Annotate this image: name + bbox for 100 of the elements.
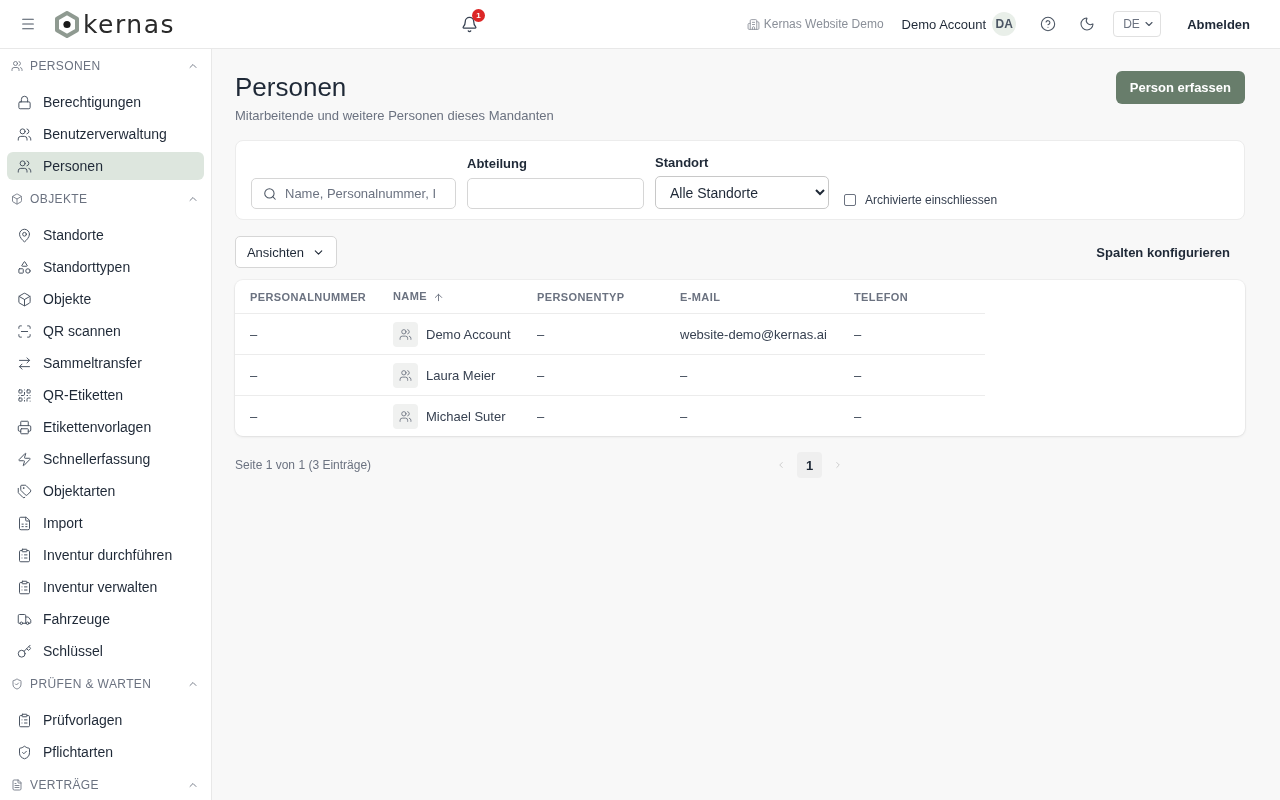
column-header[interactable]: PERSONENTYP (522, 280, 665, 314)
table-cell: website-demo@kernas.ai (665, 313, 839, 355)
person-name: Michael Suter (426, 408, 506, 424)
sidebar-item[interactable]: Benutzerverwaltung (7, 120, 204, 148)
search-field[interactable]: Name, Personalnummer, I (251, 178, 456, 209)
sidebar-item[interactable]: Etikettenvorlagen (7, 413, 204, 441)
views-dropdown-button[interactable]: Ansichten (235, 236, 337, 268)
sidebar-item[interactable]: Personen (7, 152, 204, 180)
table-cell: – (235, 313, 378, 355)
users-icon (11, 60, 23, 72)
sidebar-item[interactable]: Berechtigungen (7, 88, 204, 116)
checkbox-label: Archivierte einschliessen (865, 193, 998, 207)
logout-button[interactable]: Abmelden (1187, 16, 1250, 32)
field-label: Abteilung (467, 156, 528, 171)
map-pin-icon (17, 227, 32, 243)
box-icon (11, 193, 23, 205)
sidebar-item[interactable]: Objektarten (7, 477, 204, 505)
sidebar-item[interactable]: Inventur durchführen (7, 541, 204, 569)
section-toggle[interactable]: OBJEKTE (7, 186, 204, 212)
sidebar-item[interactable]: Standorte (7, 221, 204, 249)
users-icon (17, 158, 32, 174)
table-cell: – (839, 313, 985, 355)
language-select[interactable]: DE (1113, 11, 1162, 37)
table-cell: – (522, 313, 665, 355)
menu-icon (20, 16, 36, 32)
spreadsheet-icon (17, 515, 32, 531)
sidebar-item[interactable]: Pflichtarten (7, 738, 204, 766)
sidebar-item[interactable]: Import (7, 509, 204, 537)
sidebar-item[interactable]: QR scannen (7, 317, 204, 345)
user-name: Demo Account (901, 16, 987, 32)
chevron-right-icon (833, 460, 843, 470)
page-title: Personen (235, 71, 348, 103)
pagination-summary: Seite 1 von 1 (3 Einträge) (235, 458, 372, 472)
moon-icon (1079, 16, 1096, 32)
column-header[interactable]: TELEFON (839, 280, 985, 314)
users-icon (393, 321, 418, 347)
menu-button[interactable] (20, 16, 36, 32)
key-icon (17, 643, 32, 659)
users-icon (393, 362, 418, 388)
location-select[interactable]: Alle Standorte (655, 176, 829, 209)
users-icon (393, 403, 418, 429)
tags-icon (17, 483, 32, 499)
section-toggle[interactable]: PRÜFEN & WARTEN (7, 671, 204, 697)
lightning-icon (17, 451, 32, 467)
section-toggle[interactable]: PERSONEN (7, 53, 204, 79)
tenant-name: Kernas Website Demo (763, 17, 884, 31)
sidebar-item[interactable]: QR-Etiketten (7, 381, 204, 409)
table-cell: – (235, 395, 378, 436)
notification-badge: 1 (472, 9, 485, 22)
shapes-icon (17, 259, 32, 275)
shield-check-icon (17, 744, 32, 760)
table-cell: – (665, 395, 839, 436)
add-person-button[interactable]: Person erfassen (1115, 71, 1245, 104)
shield-check-icon (11, 678, 23, 690)
column-header[interactable]: E-MAIL (665, 280, 839, 314)
clipboard-icon (17, 712, 32, 728)
printer-icon (17, 419, 32, 435)
configure-columns-button[interactable]: Spalten konfigurieren (1096, 244, 1230, 260)
person-name: Demo Account (426, 326, 511, 342)
box-icon (17, 291, 32, 307)
clipboard-icon (17, 579, 32, 595)
clipboard-icon (17, 547, 32, 563)
person-name: Laura Meier (426, 367, 496, 383)
table-cell: – (839, 354, 985, 396)
swap-arrows-icon (17, 355, 32, 371)
building-icon (746, 17, 760, 31)
truck-icon (17, 611, 32, 627)
table-cell: – (839, 395, 985, 436)
chevron-left-icon (776, 460, 786, 470)
page-button[interactable]: 1 (797, 452, 822, 478)
sidebar-item[interactable]: Schnellerfassung (7, 445, 204, 473)
logo-text: kernas (83, 11, 175, 37)
lock-icon (17, 94, 32, 110)
column-header[interactable]: NAME (378, 280, 522, 314)
table-cell: – (235, 354, 378, 396)
bell-icon (460, 15, 478, 33)
sidebar-item[interactable]: Prüfvorlagen (7, 706, 204, 734)
hexagon-logo-icon (55, 10, 79, 38)
theme-toggle-button[interactable] (1079, 16, 1096, 32)
archived-checkbox[interactable] (844, 194, 856, 206)
sidebar-item[interactable]: Inventur verwalten (7, 573, 204, 601)
page-subtitle: Mitarbeitende und weitere Personen dieses Mandanten (235, 107, 554, 125)
user-avatar[interactable]: DA (992, 12, 1017, 36)
sidebar-item[interactable]: Standorttypen (7, 253, 204, 281)
search-icon (263, 186, 277, 201)
field-label: Standort (655, 155, 710, 170)
sidebar-item[interactable]: Fahrzeuge (7, 605, 204, 633)
sidebar-item[interactable]: Sammeltransfer (7, 349, 204, 377)
table-cell: – (665, 354, 839, 396)
users-icon (17, 126, 32, 142)
section-toggle[interactable]: VERTRÄGE (7, 772, 204, 798)
help-button[interactable] (1040, 16, 1057, 32)
sidebar-item[interactable]: Objekte (7, 285, 204, 313)
department-field[interactable] (467, 178, 644, 209)
sidebar-item[interactable]: Schlüssel (7, 637, 204, 665)
column-header[interactable]: PERSONALNUMMER (235, 280, 378, 314)
table-cell: – (522, 395, 665, 436)
sort-up-arrow-icon (433, 291, 444, 303)
document-icon (11, 779, 23, 791)
qr-code-icon (17, 387, 32, 403)
